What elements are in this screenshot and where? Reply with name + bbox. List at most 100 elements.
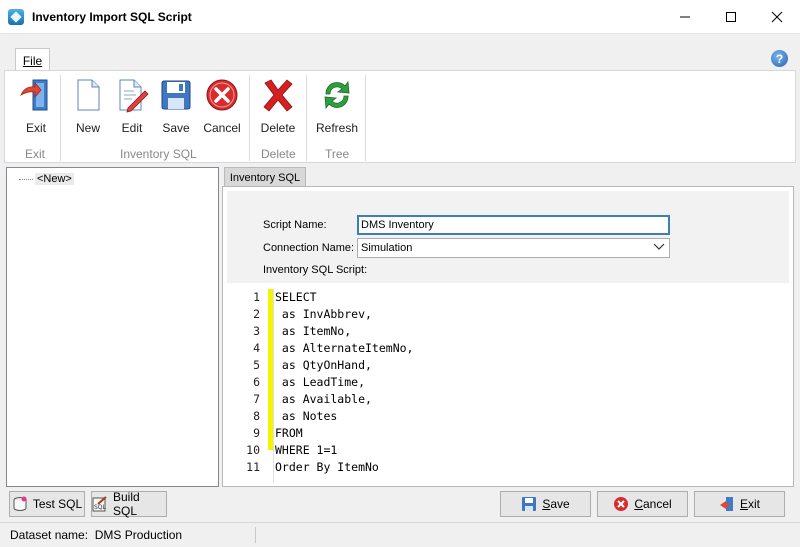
line-number: 2: [253, 307, 260, 321]
test-sql-button[interactable]: Test SQL: [9, 491, 85, 517]
group-label-tree: Tree: [325, 147, 350, 161]
script-form: Script Name: DMS Inventory Connection Na…: [227, 191, 789, 283]
test-sql-label: Test SQL: [32, 497, 83, 511]
ribbon-separator: [249, 75, 250, 161]
script-name-value: DMS Inventory: [361, 219, 434, 231]
group-label-inventory-sql: Inventory SQL: [120, 147, 197, 161]
ribbon-new-button[interactable]: New: [66, 77, 110, 137]
connection-name-value: Simulation: [361, 242, 413, 254]
code-text: as Notes: [275, 409, 338, 423]
group-label-exit: Exit: [25, 147, 46, 161]
new-document-icon: [77, 79, 100, 111]
code-text: Order By ItemNo: [275, 460, 379, 474]
delete-x-icon: [263, 79, 293, 112]
code-line: 2 as InvAbbrev,: [227, 306, 787, 323]
code-line: 8 as Notes: [227, 408, 787, 425]
dataset-status: Dataset name: DMS Production: [10, 528, 182, 542]
ribbon-delete-button[interactable]: Delete: [256, 77, 300, 137]
code-text: as LeadTime,: [275, 375, 366, 389]
ribbon-edit-label: Edit: [121, 121, 143, 135]
code-line: 4 as AlternateItemNo,: [227, 340, 787, 357]
ribbon-cancel-label: Cancel: [203, 121, 241, 135]
minimize-icon: [680, 16, 690, 17]
ribbon-edit-button[interactable]: Edit: [110, 77, 154, 137]
ribbon: Exit New Edit Save Cancel Delete Refresh…: [4, 70, 796, 163]
line-number: 5: [253, 358, 260, 372]
ribbon-refresh-button[interactable]: Refresh: [315, 77, 359, 137]
code-line: 9 FROM: [227, 425, 787, 442]
line-number: 6: [253, 375, 260, 389]
ribbon-delete-label: Delete: [260, 121, 296, 135]
script-name-label: Script Name:: [263, 219, 327, 231]
exit-label: Exit: [739, 497, 760, 511]
cancel-icon: [206, 79, 238, 111]
svg-text:SQL: SQL: [94, 504, 107, 511]
tab-file[interactable]: File: [15, 48, 50, 72]
code-text: as QtyOnHand,: [275, 358, 372, 372]
code-text: as AlternateItemNo,: [275, 341, 414, 355]
tab-inventory-sql[interactable]: Inventory SQL: [224, 167, 306, 187]
code-line: 6 as LeadTime,: [227, 374, 787, 391]
minimize-button[interactable]: [662, 0, 708, 33]
ribbon-separator: [365, 75, 366, 161]
floppy-disk-icon: [161, 80, 191, 110]
code-text: WHERE 1=1: [275, 443, 338, 457]
edit-document-icon: [119, 79, 149, 113]
close-button[interactable]: [754, 0, 800, 33]
tab-file-label: File: [22, 53, 43, 68]
code-text: SELECT: [275, 290, 317, 304]
build-sql-icon: SQL: [92, 496, 108, 512]
app-icon: [8, 8, 24, 25]
code-line: 10 WHERE 1=1: [227, 442, 787, 459]
code-text: as InvAbbrev,: [275, 307, 372, 321]
exit-button[interactable]: Exit: [694, 491, 785, 517]
title-bar: Inventory Import SQL Script: [0, 0, 800, 33]
line-number: 7: [253, 392, 260, 406]
group-label-delete: Delete: [261, 147, 296, 161]
code-line: 3 as ItemNo,: [227, 323, 787, 340]
sql-editor[interactable]: 1 SELECT 2 as InvAbbrev, 3 as ItemNo, 4 a…: [227, 285, 789, 483]
maximize-button[interactable]: [708, 0, 754, 33]
tree-item-label: <New>: [35, 173, 74, 185]
line-number: 11: [246, 460, 260, 474]
ribbon-save-button[interactable]: Save: [154, 77, 198, 137]
code-line: 11 Order By ItemNo: [227, 459, 787, 476]
chevron-down-icon: [653, 243, 665, 250]
sql-script-label: Inventory SQL Script:: [263, 264, 368, 276]
connection-name-select[interactable]: Simulation: [357, 238, 670, 258]
window-controls: [662, 0, 800, 33]
ribbon-separator: [306, 75, 307, 161]
ribbon-tabstrip: File ?: [0, 33, 800, 72]
help-icon[interactable]: ?: [771, 50, 788, 67]
line-number: 10: [246, 443, 260, 457]
line-number: 4: [253, 341, 260, 355]
script-tree[interactable]: <New>: [6, 167, 219, 487]
ribbon-refresh-label: Refresh: [315, 121, 359, 135]
status-bar: Dataset name: DMS Production: [0, 522, 800, 547]
cancel-button[interactable]: Cancel: [597, 491, 688, 517]
cancel-icon: [613, 496, 629, 512]
tree-connector: [19, 178, 33, 180]
cancel-label: Cancel: [634, 497, 672, 511]
tree-item-new[interactable]: <New>: [19, 173, 74, 185]
ribbon-exit-label: Exit: [25, 121, 46, 135]
test-sql-icon: [12, 496, 28, 512]
ribbon-exit-button[interactable]: Exit: [14, 77, 58, 137]
status-separator: [255, 527, 256, 543]
code-text: FROM: [275, 426, 303, 440]
line-number: 1: [253, 290, 260, 304]
connection-name-label: Connection Name:: [263, 242, 355, 254]
dataset-value: DMS Production: [94, 528, 183, 542]
script-name-input[interactable]: DMS Inventory: [357, 215, 670, 235]
code-line: 5 as QtyOnHand,: [227, 357, 787, 374]
exit-door-icon: [719, 496, 735, 512]
dataset-label: Dataset name:: [10, 528, 89, 542]
code-text: as Available,: [275, 392, 372, 406]
inventory-sql-panel: Script Name: DMS Inventory Connection Na…: [222, 186, 794, 487]
save-button[interactable]: Save: [500, 491, 591, 517]
line-number: 3: [253, 324, 260, 338]
build-sql-button[interactable]: SQL Build SQL: [91, 490, 167, 518]
refresh-icon: [324, 80, 350, 110]
ribbon-cancel-button[interactable]: Cancel: [200, 77, 244, 137]
ribbon-separator: [60, 75, 61, 161]
